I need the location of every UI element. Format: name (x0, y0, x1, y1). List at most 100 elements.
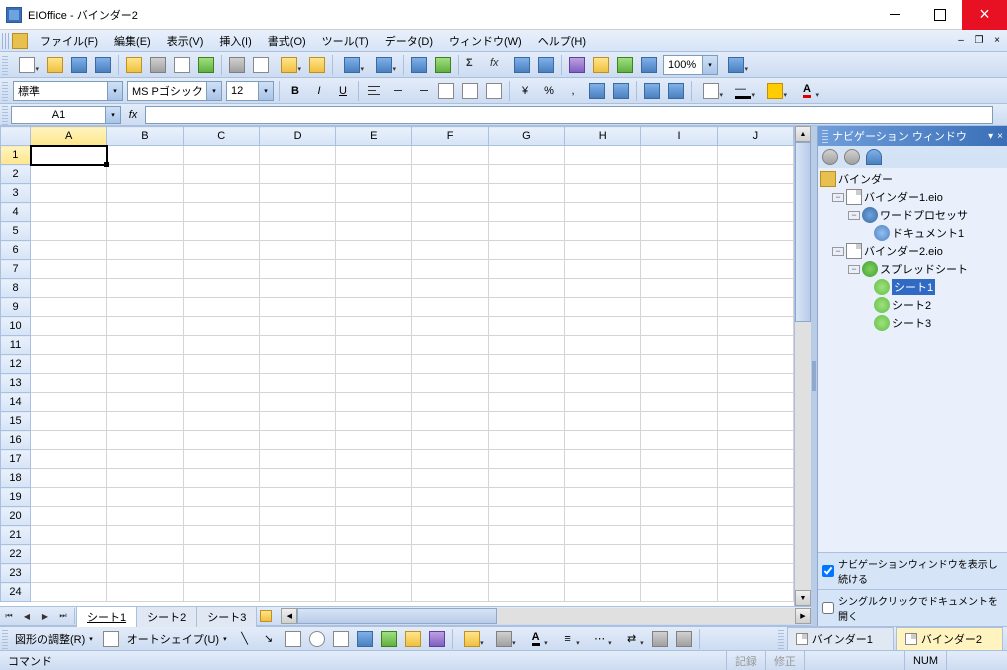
merge2-button[interactable] (459, 80, 481, 102)
cell[interactable] (31, 431, 107, 450)
tab-last-button[interactable]: ⏭ (55, 608, 71, 624)
col-header[interactable]: I (641, 127, 717, 146)
nav-back-icon[interactable] (822, 149, 838, 165)
mdi-restore-button[interactable]: ❐ (971, 34, 987, 48)
horizontal-scrollbar[interactable]: ◀ ▶ (281, 608, 811, 624)
cell[interactable] (565, 450, 641, 469)
cell[interactable] (259, 355, 335, 374)
paste-button[interactable] (274, 54, 304, 76)
cell[interactable] (412, 184, 488, 203)
cell[interactable] (259, 545, 335, 564)
menu-help[interactable]: ヘルプ(H) (530, 30, 594, 52)
cell[interactable] (565, 203, 641, 222)
cell[interactable] (336, 222, 412, 241)
cell[interactable] (565, 184, 641, 203)
new-button[interactable] (12, 54, 42, 76)
sheet-tab-2[interactable]: シート2 (136, 606, 197, 627)
col-header[interactable]: E (336, 127, 412, 146)
3d-button[interactable] (673, 628, 695, 650)
cell[interactable] (565, 545, 641, 564)
cell[interactable] (336, 203, 412, 222)
cell[interactable] (412, 241, 488, 260)
row-header[interactable]: 8 (1, 279, 31, 298)
fillcolor-button[interactable] (760, 80, 790, 102)
autoshape-menu[interactable]: オートシェイプ(U) (123, 631, 223, 647)
cell[interactable] (183, 507, 259, 526)
cell[interactable] (565, 317, 641, 336)
cell[interactable] (336, 146, 412, 165)
cell[interactable] (565, 431, 641, 450)
cell[interactable] (488, 241, 564, 260)
cell[interactable] (183, 431, 259, 450)
cell[interactable] (412, 374, 488, 393)
cell[interactable] (641, 184, 717, 203)
grip-icon[interactable] (2, 55, 8, 75)
cell[interactable] (717, 298, 793, 317)
tab-first-button[interactable]: ⏮ (1, 608, 17, 624)
sort-desc-button[interactable] (535, 54, 557, 76)
select-button[interactable] (100, 628, 122, 650)
cell[interactable] (488, 374, 564, 393)
spellcheck-button[interactable] (195, 54, 217, 76)
navigation-tree[interactable]: バインダー −バインダー1.eio −ワードプロセッサ ドキュメント1 −バイン… (818, 168, 1007, 552)
cell[interactable] (336, 469, 412, 488)
cell[interactable] (488, 393, 564, 412)
cell[interactable] (565, 412, 641, 431)
cell[interactable] (641, 374, 717, 393)
cell[interactable] (107, 564, 183, 583)
row-header[interactable]: 18 (1, 469, 31, 488)
cell[interactable] (183, 222, 259, 241)
sheet-tab-3[interactable]: シート3 (196, 606, 257, 627)
cell[interactable] (336, 393, 412, 412)
cell[interactable] (183, 184, 259, 203)
cell[interactable] (412, 222, 488, 241)
dash-button[interactable]: ⋯ (585, 628, 615, 650)
cell[interactable] (107, 412, 183, 431)
row-header[interactable]: 6 (1, 241, 31, 260)
cell[interactable] (107, 374, 183, 393)
cell[interactable] (259, 431, 335, 450)
arrowstyle-button[interactable]: ⇄ (617, 628, 647, 650)
cell[interactable] (641, 317, 717, 336)
cell[interactable] (565, 146, 641, 165)
cell[interactable] (412, 279, 488, 298)
cell[interactable] (717, 393, 793, 412)
cell[interactable] (31, 545, 107, 564)
col-header[interactable]: H (565, 127, 641, 146)
cell[interactable] (641, 431, 717, 450)
cell[interactable] (183, 564, 259, 583)
align-left-button[interactable] (363, 80, 385, 102)
rect-button[interactable] (282, 628, 304, 650)
cell[interactable] (717, 374, 793, 393)
row-header[interactable]: 17 (1, 450, 31, 469)
cell[interactable] (641, 583, 717, 602)
cell[interactable] (107, 336, 183, 355)
row-header[interactable]: 7 (1, 260, 31, 279)
dec-indent-button[interactable] (641, 80, 663, 102)
cell[interactable] (259, 279, 335, 298)
grip-icon[interactable] (822, 129, 828, 143)
align-center-button[interactable] (387, 80, 409, 102)
cell[interactable] (717, 146, 793, 165)
cell[interactable] (565, 355, 641, 374)
tools3-button[interactable] (638, 54, 660, 76)
currency-button[interactable]: ¥ (514, 80, 536, 102)
cell[interactable] (336, 374, 412, 393)
cell[interactable] (565, 469, 641, 488)
cell[interactable] (717, 184, 793, 203)
scroll-left-icon[interactable]: ◀ (281, 608, 297, 624)
chevron-down-icon[interactable]: ▾ (988, 131, 993, 142)
row-header[interactable]: 19 (1, 488, 31, 507)
cut-button[interactable] (226, 54, 248, 76)
col-header[interactable]: D (259, 127, 335, 146)
grip-icon[interactable] (2, 33, 10, 49)
cell[interactable] (488, 222, 564, 241)
cell[interactable] (107, 393, 183, 412)
fontcolor-button[interactable]: A (792, 80, 822, 102)
cell[interactable] (412, 545, 488, 564)
cell[interactable] (336, 564, 412, 583)
cell[interactable] (336, 507, 412, 526)
cell[interactable] (488, 146, 564, 165)
row-header[interactable]: 16 (1, 431, 31, 450)
cell[interactable] (412, 507, 488, 526)
